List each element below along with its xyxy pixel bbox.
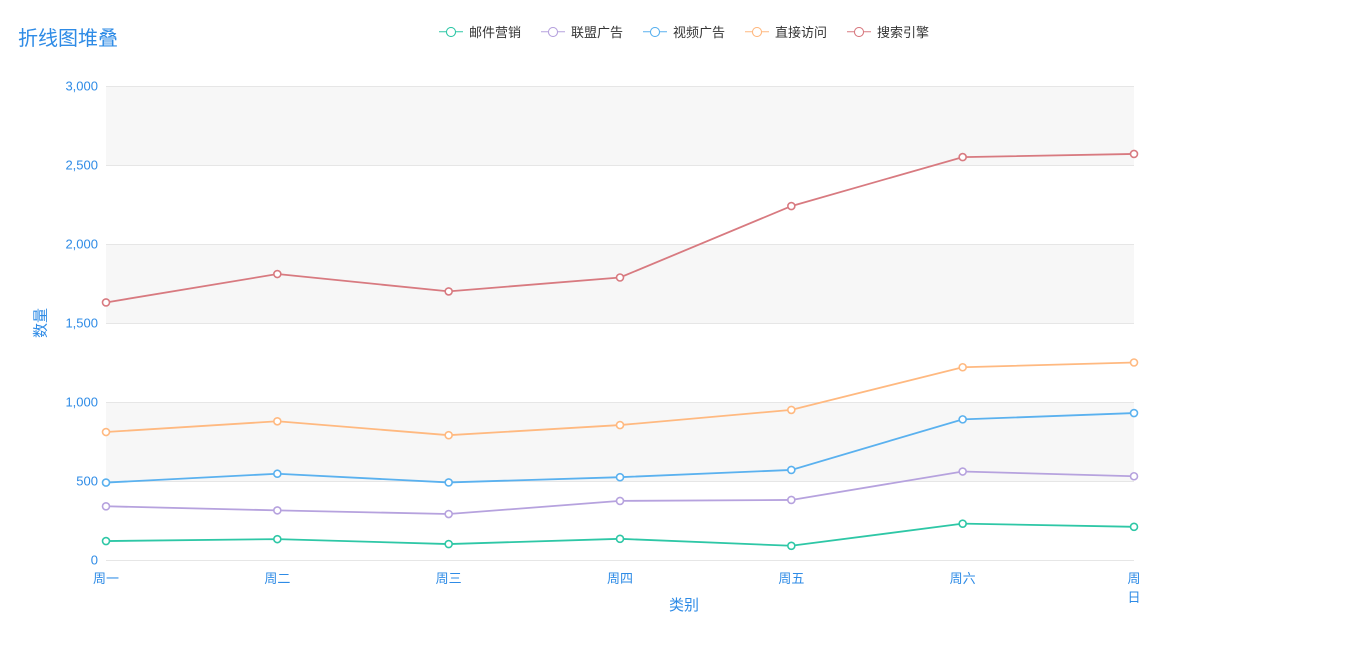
plot-area: 05001,0001,5002,0002,5003,000周一周二周三周四周五周… [106,86,1134,560]
y-tick-label: 1,500 [38,316,98,331]
data-point[interactable] [617,474,624,481]
data-point[interactable] [959,468,966,475]
legend-marker-icon [541,27,565,37]
data-point[interactable] [445,432,452,439]
data-point[interactable] [445,511,452,518]
data-point[interactable] [445,541,452,548]
x-axis-title: 类别 [669,594,699,615]
legend-marker-icon [643,27,667,37]
y-tick-label: 2,500 [38,158,98,173]
data-point[interactable] [617,535,624,542]
data-point[interactable] [103,429,110,436]
data-point[interactable] [788,542,795,549]
y-tick-label: 2,000 [38,237,98,252]
legend-label: 直接访问 [775,22,827,41]
data-point[interactable] [788,406,795,413]
legend-marker-icon [847,27,871,37]
data-point[interactable] [274,536,281,543]
legend-label: 联盟广告 [571,22,623,41]
legend-marker-icon [439,27,463,37]
x-tick-label: 周三 [436,568,462,587]
data-point[interactable] [959,364,966,371]
data-point[interactable] [103,538,110,545]
data-point[interactable] [1131,150,1138,157]
data-point[interactable] [445,479,452,486]
data-point[interactable] [103,479,110,486]
data-point[interactable] [788,496,795,503]
data-point[interactable] [788,466,795,473]
data-point[interactable] [959,520,966,527]
y-tick-label: 0 [38,553,98,568]
y-tick-label: 1,000 [38,395,98,410]
data-point[interactable] [274,418,281,425]
legend-item-0[interactable]: 邮件营销 [439,22,521,41]
data-point[interactable] [1131,410,1138,417]
grid-line [106,560,1134,561]
x-tick-label: 周一 [93,568,119,587]
legend-item-2[interactable]: 视频广告 [643,22,725,41]
data-point[interactable] [1131,473,1138,480]
x-tick-label: 周五 [778,568,804,587]
legend-marker-icon [745,27,769,37]
data-point[interactable] [1131,523,1138,530]
y-tick-label: 500 [38,474,98,489]
y-tick-label: 3,000 [38,79,98,94]
x-tick-label: 周四 [607,568,633,587]
legend-item-4[interactable]: 搜索引擎 [847,22,929,41]
x-tick-label: 周日 [1127,568,1140,606]
legend-label: 邮件营销 [469,22,521,41]
data-point[interactable] [617,422,624,429]
data-point[interactable] [788,203,795,210]
data-point[interactable] [274,271,281,278]
legend-item-1[interactable]: 联盟广告 [541,22,623,41]
x-tick-label: 周六 [950,568,976,587]
series-layer [106,86,1134,560]
x-tick-label: 周二 [264,568,290,587]
data-point[interactable] [274,470,281,477]
data-point[interactable] [1131,359,1138,366]
data-point[interactable] [617,274,624,281]
legend-item-3[interactable]: 直接访问 [745,22,827,41]
chart-container: 折线图堆叠 邮件营销联盟广告视频广告直接访问搜索引擎 数量 类别 05001,0… [0,0,1368,645]
data-point[interactable] [274,507,281,514]
data-point[interactable] [103,503,110,510]
data-point[interactable] [445,288,452,295]
chart-legend: 邮件营销 联盟广告 视频广告 直接访问 搜索引擎 [0,22,1368,41]
legend-label: 视频广告 [673,22,725,41]
data-point[interactable] [959,416,966,423]
data-point[interactable] [959,154,966,161]
data-point[interactable] [617,497,624,504]
legend-label: 搜索引擎 [877,22,929,41]
data-point[interactable] [103,299,110,306]
